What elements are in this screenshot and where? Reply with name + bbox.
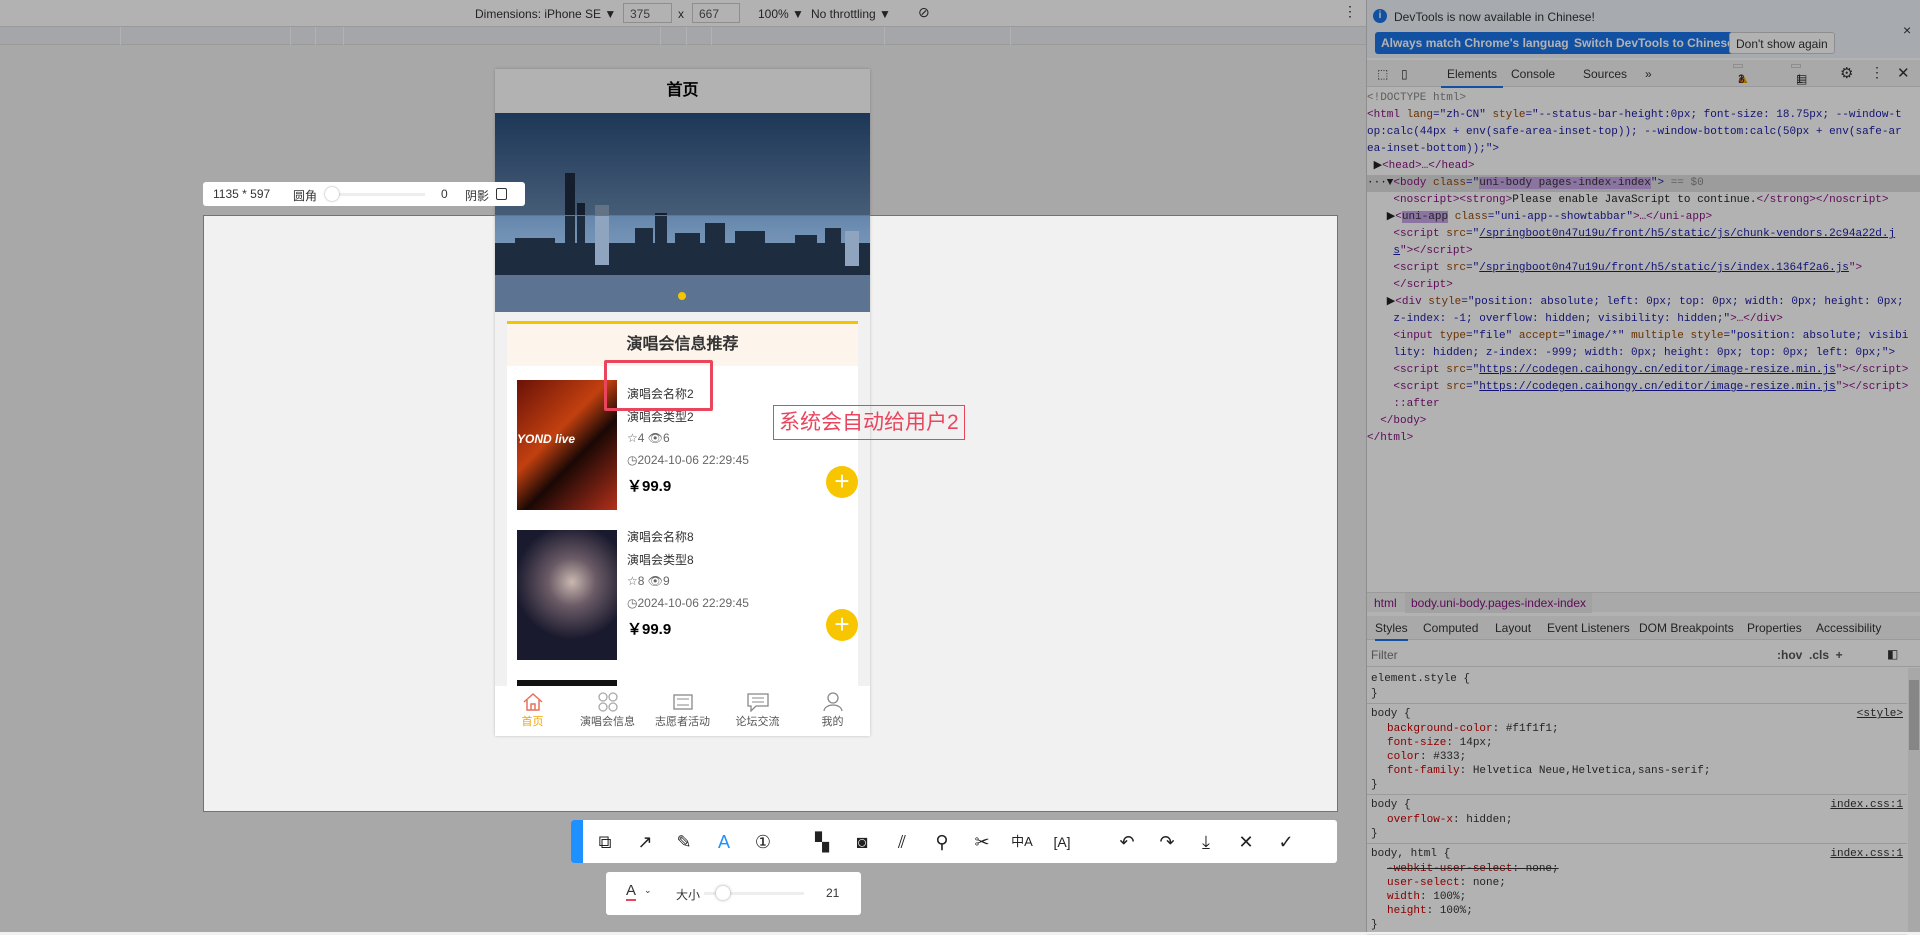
text-options-bar: A ⌄ 大小 21: [606, 872, 861, 915]
number-tool-icon[interactable]: ①: [751, 830, 775, 854]
undo-icon[interactable]: ↶: [1115, 830, 1139, 854]
annotation-rectangle[interactable]: [604, 360, 713, 411]
cancel-icon[interactable]: ✕: [1234, 830, 1258, 854]
translate-tool-icon[interactable]: 中A: [1010, 830, 1034, 854]
capture-size-bar: 1135 * 597 圆角 0 阴影: [203, 182, 525, 206]
confirm-icon[interactable]: ✓: [1274, 830, 1298, 854]
chevron-down-icon[interactable]: ⌄: [644, 885, 652, 896]
radius-slider[interactable]: [325, 193, 425, 196]
ocr-tool-icon[interactable]: [A]: [1050, 830, 1074, 854]
hatch-tool-icon[interactable]: ⫽: [890, 830, 914, 854]
capture-size: 1135 * 597: [213, 187, 271, 201]
text-color-picker[interactable]: A: [626, 883, 637, 901]
font-size-label: 大小: [676, 888, 701, 902]
download-icon[interactable]: ⤓: [1194, 830, 1218, 854]
redo-icon[interactable]: ↷: [1155, 830, 1179, 854]
drag-handle[interactable]: [571, 820, 583, 863]
text-tool-icon[interactable]: A: [712, 830, 736, 854]
mosaic-tool-icon[interactable]: ▚: [810, 830, 834, 854]
shadow-checkbox[interactable]: [496, 188, 507, 200]
arrow-tool-icon[interactable]: ↗: [633, 830, 657, 854]
scissors-tool-icon[interactable]: ✂: [970, 830, 994, 854]
font-size-slider-thumb[interactable]: [716, 886, 730, 900]
font-size-value: 21: [826, 886, 840, 900]
capture-dim-overlay: [1338, 215, 1920, 812]
radius-value: 0: [441, 187, 448, 201]
blur-tool-icon[interactable]: ◙: [850, 830, 874, 854]
radius-label: 圆角: [293, 189, 318, 203]
capture-toolbar: ⧉ ↗ ✎ A ① ▚ ◙ ⫽ ⚲ ✂ 中A [A] ↶ ↷ ⤓ ✕ ✓: [571, 820, 1337, 863]
annotation-text[interactable]: 系统会自动给用户2: [773, 405, 965, 440]
radius-slider-thumb[interactable]: [325, 187, 339, 201]
pin-tool-icon[interactable]: ⚲: [930, 830, 954, 854]
pen-tool-icon[interactable]: ✎: [672, 830, 696, 854]
shape-tool-icon[interactable]: ⧉: [593, 830, 617, 854]
shadow-label: 阴影: [465, 189, 490, 203]
capture-dim-overlay: [0, 215, 203, 812]
capture-selection[interactable]: [203, 215, 1338, 812]
